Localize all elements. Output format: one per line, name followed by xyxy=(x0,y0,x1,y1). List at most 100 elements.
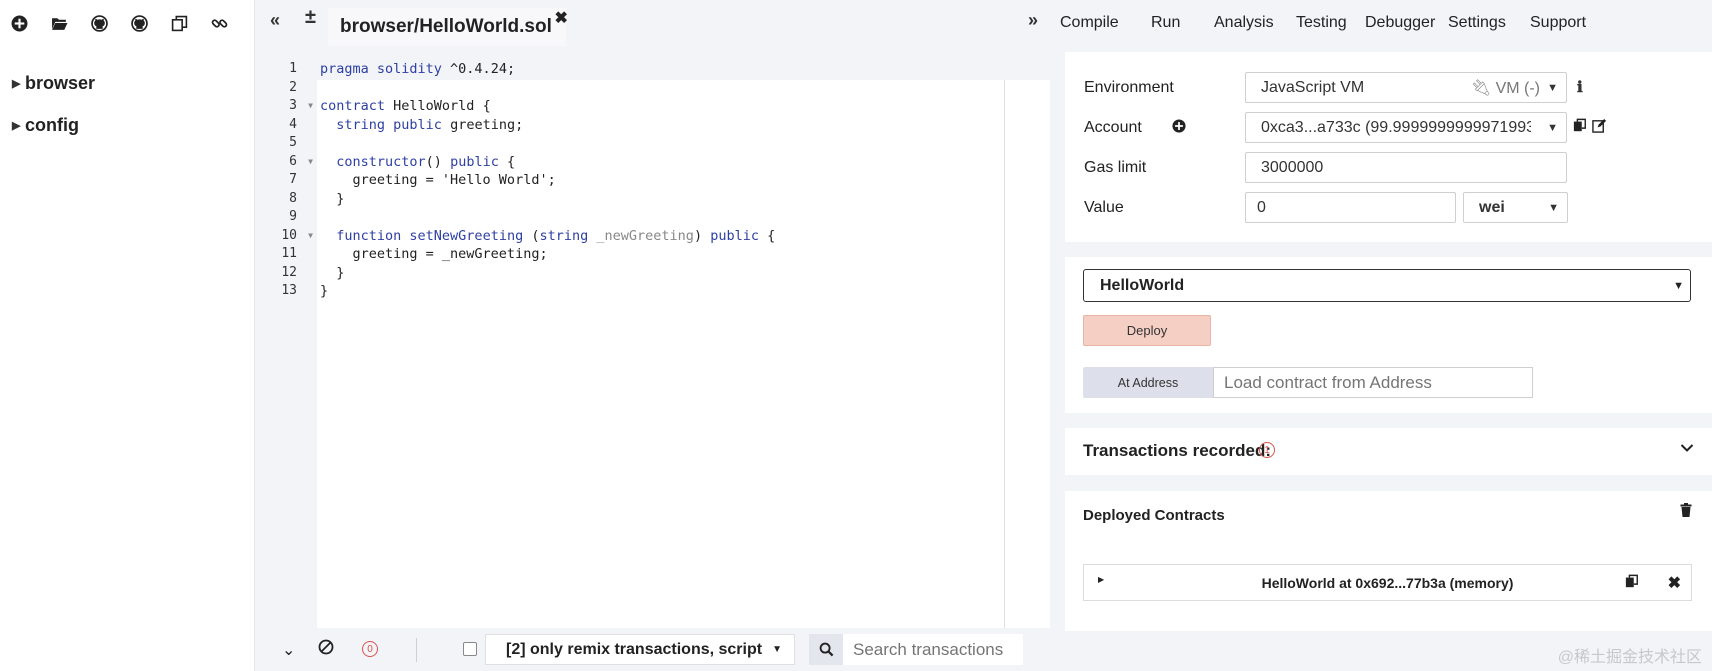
line-number: 5 xyxy=(289,135,297,150)
value-unit-select[interactable]: wei ▼ xyxy=(1463,192,1568,223)
tab-run[interactable]: Run xyxy=(1151,14,1181,32)
tree-item-label: config xyxy=(25,114,79,135)
file-tree: ▶ browser ▶ config xyxy=(0,46,254,146)
deploy-button[interactable]: Deploy xyxy=(1083,315,1211,346)
remix-ide: ▶ browser ▶ config « ± browser/HelloWorl… xyxy=(0,0,1712,671)
tree-item-browser[interactable]: ▶ browser xyxy=(0,62,254,104)
code-line: } xyxy=(320,283,329,299)
account-row: Account 0xca3...a733c (99.99999999999719… xyxy=(1065,112,1712,144)
caret-down-icon: ▼ xyxy=(1548,201,1559,214)
code-line: constructor() public { xyxy=(336,153,516,170)
environment-value: JavaScript VM xyxy=(1261,78,1365,96)
info-icon[interactable]: ℹ xyxy=(1577,78,1583,96)
contract-select[interactable]: HelloWorld ▼ xyxy=(1083,269,1691,302)
listen-network-checkbox[interactable] xyxy=(463,642,477,656)
line-number: 9 xyxy=(289,209,297,224)
gas-limit-row: Gas limit 3000000 xyxy=(1065,152,1712,184)
plus-circle-icon[interactable] xyxy=(1172,119,1186,137)
gas-limit-input[interactable]: 3000000 xyxy=(1245,152,1567,183)
account-value: 0xca3...a733c (99.9999999999971993 xyxy=(1261,118,1531,136)
account-label: Account xyxy=(1084,119,1142,136)
file-explorer-panel: ▶ browser ▶ config xyxy=(0,0,255,671)
caret-down-icon: ▼ xyxy=(1547,121,1558,134)
editor-tabs-bar: « ± browser/HelloWorld.sol ✖ xyxy=(255,0,1050,46)
line-gutter: 1 2 3 ▼ 4 5 6 ▼ 7 8 9 10 ▼ 11 12 13 xyxy=(255,60,317,301)
search-transactions-input[interactable] xyxy=(843,634,1023,665)
caret-down-icon: ▼ xyxy=(1547,81,1558,94)
close-icon[interactable]: ✖ xyxy=(1668,573,1681,593)
divider xyxy=(416,638,417,662)
value-amount: 0 xyxy=(1257,198,1266,216)
code-line: string public greeting; xyxy=(336,116,524,133)
editor-panel: « ± browser/HelloWorld.sol ✖ 1 2 3 ▼ 4 5 … xyxy=(255,0,1052,671)
github-icon[interactable] xyxy=(90,14,108,32)
environment-select[interactable]: JavaScript VM 🔌︎ VM (-) ▼ xyxy=(1245,72,1567,103)
deployed-instance[interactable]: ▶ HelloWorld at 0x692...77b3a (memory) ✖ xyxy=(1083,564,1692,601)
close-icon[interactable]: ✖ xyxy=(554,8,567,28)
folder-open-icon[interactable] xyxy=(50,14,68,32)
terminal-bar: ⌄ 0 [2] only remix transactions, script … xyxy=(255,628,1050,671)
tab-analysis[interactable]: Analysis xyxy=(1214,14,1274,32)
code-line: greeting = _newGreeting; xyxy=(320,246,548,262)
copy-icon[interactable] xyxy=(1573,118,1587,137)
top-menu: » Compile Run Analysis Testing Debugger … xyxy=(1028,0,1712,46)
pending-tx-count-badge: 0 xyxy=(362,641,378,657)
double-chevron-down-icon[interactable]: ⌄ xyxy=(282,640,295,660)
run-settings-card: Environment JavaScript VM 🔌︎ VM (-) ▼ ℹ … xyxy=(1065,52,1712,242)
value-input[interactable]: 0 xyxy=(1245,192,1456,223)
line-number: 7 xyxy=(289,172,297,187)
contract-selected: HelloWorld xyxy=(1100,276,1185,294)
line-number: 3 ▼ xyxy=(255,97,317,116)
code-line: contract HelloWorld { xyxy=(320,98,491,114)
copy-icon[interactable] xyxy=(1625,574,1639,594)
tab-support[interactable]: Support xyxy=(1530,14,1586,32)
caret-right-icon: ▶ xyxy=(12,119,21,132)
tab-testing[interactable]: Testing xyxy=(1296,14,1347,32)
chevron-down-icon[interactable] xyxy=(1680,440,1694,456)
at-address-button[interactable]: At Address xyxy=(1083,367,1213,398)
line-number: 12 xyxy=(281,264,297,280)
value-row: Value 0 wei ▼ xyxy=(1065,192,1712,224)
edit-icon[interactable] xyxy=(1592,118,1607,137)
transactions-recorded-card[interactable]: Transactions recorded: 1 xyxy=(1065,428,1712,475)
code-line: function setNewGreeting (string _newGree… xyxy=(336,227,776,244)
environment-label: Environment xyxy=(1084,79,1174,96)
account-select[interactable]: 0xca3...a733c (99.9999999999971993 ▼ xyxy=(1245,112,1567,143)
file-tab-label: browser/HelloWorld.sol xyxy=(340,16,552,37)
link-icon[interactable] xyxy=(210,14,228,32)
code-line: greeting = 'Hello World'; xyxy=(320,172,556,188)
deployed-contracts-card: Deployed Contracts ▶ HelloWorld at 0x692… xyxy=(1065,491,1712,631)
tab-debugger[interactable]: Debugger xyxy=(1365,14,1435,32)
double-chevron-left-icon[interactable]: « xyxy=(270,10,280,31)
file-tab[interactable]: browser/HelloWorld.sol ✖ xyxy=(328,8,568,46)
trash-icon[interactable] xyxy=(1680,503,1692,522)
tab-settings[interactable]: Settings xyxy=(1448,14,1506,32)
fold-arrow-icon[interactable]: ▼ xyxy=(308,227,313,246)
copy-icon[interactable] xyxy=(170,14,188,32)
double-chevron-right-icon[interactable]: » xyxy=(1028,10,1038,31)
vm-status: 🔌︎ VM (-) xyxy=(1470,79,1540,97)
contract-address-input[interactable] xyxy=(1213,367,1533,398)
fold-arrow-icon[interactable]: ▼ xyxy=(308,97,313,116)
caret-right-icon: ▶ xyxy=(12,77,21,90)
right-panel: » Compile Run Analysis Testing Debugger … xyxy=(1028,0,1712,671)
print-margin xyxy=(1004,80,1005,628)
line-number: 13 xyxy=(281,283,297,298)
terminal-filter-select[interactable]: [2] only remix transactions, script ▼ xyxy=(485,634,795,665)
tree-item-config[interactable]: ▶ config xyxy=(0,104,254,146)
source-code: pragma solidity ^0.4.24; contract HelloW… xyxy=(320,60,775,301)
fold-arrow-icon[interactable]: ▼ xyxy=(308,153,313,172)
tab-compile[interactable]: Compile xyxy=(1060,14,1119,32)
transactions-recorded-label: Transactions recorded: xyxy=(1083,441,1272,460)
github-icon[interactable] xyxy=(130,14,148,32)
clear-icon[interactable] xyxy=(318,639,334,660)
line-number: 2 xyxy=(289,79,297,95)
search-icon[interactable] xyxy=(809,634,843,665)
transactions-recorded-count: 1 xyxy=(1259,442,1275,458)
code-line: } xyxy=(320,190,345,207)
deployed-contracts-label: Deployed Contracts xyxy=(1083,507,1225,524)
line-number: 11 xyxy=(281,246,297,261)
plus-circle-icon[interactable] xyxy=(10,14,28,32)
plus-minus-icon[interactable]: ± xyxy=(305,6,316,29)
